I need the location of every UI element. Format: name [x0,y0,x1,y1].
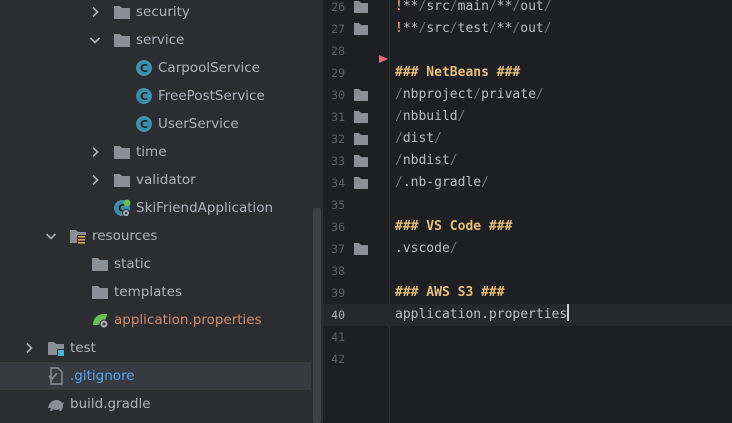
gradle-icon [47,395,65,413]
folder-icon [353,150,369,172]
line-number: 41 [331,330,345,344]
chevron-right-icon[interactable] [89,146,101,158]
tree-item-label: UserService [158,116,239,132]
tree-item-templates[interactable]: templates [0,278,311,306]
tree-item-label: service [136,32,185,48]
line-number: 36 [331,220,345,234]
code-line-37[interactable]: .vscode/ [395,238,458,260]
chevron-right-icon[interactable] [89,6,101,18]
tree-item-resources[interactable]: resources [0,222,311,250]
java-class-icon: C [135,87,153,105]
folder-icon [353,172,369,194]
tree-item-skifriendapplication[interactable]: C SkiFriendApplication [0,194,311,222]
folder-icon [91,283,109,301]
folder-icon [353,0,369,18]
gutter-divider [389,0,390,423]
java-class-icon: C [135,59,153,77]
chevron-down-icon[interactable] [89,34,101,46]
line-number: 27 [331,22,345,36]
tree-item-validator[interactable]: validator [0,166,311,194]
tree-item-label: .gitignore [70,368,135,384]
breakpoint-marker-icon[interactable] [379,48,388,67]
chevron-right-icon[interactable] [23,342,35,354]
line-number: 30 [331,88,345,102]
code-line-27[interactable]: !**/src/test/**/out/ [395,18,552,40]
spring-properties-icon [91,311,109,329]
folder-icon [353,84,369,106]
folder-icon [91,255,109,273]
code-line-31[interactable]: /nbbuild/ [395,106,465,128]
tree-item-userservice[interactable]: C UserService [0,110,311,138]
tree-item-label: resources [92,228,158,244]
code-line-26[interactable]: !**/src/main/**/out/ [395,0,552,18]
code-line-40[interactable]: application.properties [395,304,570,326]
tree-item-label: test [70,340,96,356]
code-line-32[interactable]: /dist/ [395,128,442,150]
tree-item-freepostservice[interactable]: C FreePostService [0,82,311,110]
text-caret [567,304,570,321]
tree-item-service[interactable]: service [0,26,311,54]
code-line-30[interactable]: /nbproject/private/ [395,84,544,106]
gitignore-file-icon [47,367,65,385]
line-number: 29 [331,66,345,80]
line-number: 34 [331,176,345,190]
svg-text:C: C [140,62,148,75]
chevron-down-icon[interactable] [45,230,57,242]
line-number: 35 [331,198,345,212]
tree-item-label: security [136,4,190,20]
line-number: 38 [331,264,345,278]
tree-item-security[interactable]: security [0,0,311,26]
code-line-34[interactable]: /.nb-gradle/ [395,172,489,194]
spring-boot-class-icon: C [113,199,131,217]
tree-item-test[interactable]: test [0,334,311,362]
folder-icon [113,31,131,49]
tree-item-label: FreePostService [158,88,265,104]
folder-icon [113,171,131,189]
tree-item-label: CarpoolService [158,60,260,76]
tree-item-carpoolservice[interactable]: C CarpoolService [0,54,311,82]
tree-item-static[interactable]: static [0,250,311,278]
test-folder-icon [47,339,65,357]
code-line-39[interactable]: ### AWS S3 ### [395,282,505,304]
line-number: 40 [331,308,345,322]
tree-item-gitignore[interactable]: .gitignore [0,362,311,390]
code-line-36[interactable]: ### VS Code ### [395,216,512,238]
tree-item-build-gradle[interactable]: build.gradle [0,390,311,418]
folder-icon [113,3,131,21]
folder-icon [113,143,131,161]
scrollbar-thumb[interactable] [313,208,321,423]
chevron-right-icon[interactable] [89,174,101,186]
line-number: 26 [331,0,345,14]
line-number: 37 [331,242,345,256]
tree-item-time[interactable]: time [0,138,311,166]
code-line-33[interactable]: /nbdist/ [395,150,458,172]
folder-icon [353,18,369,40]
line-number: 31 [331,110,345,124]
tree-item-label: application.properties [114,312,262,328]
folder-icon [353,238,369,260]
svg-text:C: C [140,90,148,103]
tree-item-label: time [136,144,167,160]
line-number: 42 [331,352,345,366]
line-number: 33 [331,154,345,168]
tree-item-label: validator [136,172,196,188]
tree-item-application-properties[interactable]: application.properties [0,306,311,334]
folder-icon [353,128,369,150]
resources-folder-icon [69,227,87,245]
tree-item-label: static [114,256,152,272]
tree-item-label: build.gradle [70,396,151,412]
tree-item-label: SkiFriendApplication [136,200,274,216]
project-tree: security service C CarpoolService C FreePostS… [0,0,311,423]
line-number: 28 [331,44,345,58]
line-number: 32 [331,132,345,146]
folder-icon [353,106,369,128]
code-line-29[interactable]: ### NetBeans ### [395,62,520,84]
java-class-icon: C [135,115,153,133]
svg-text:C: C [140,118,148,131]
line-number: 39 [331,286,345,300]
tree-item-label: templates [114,284,182,300]
